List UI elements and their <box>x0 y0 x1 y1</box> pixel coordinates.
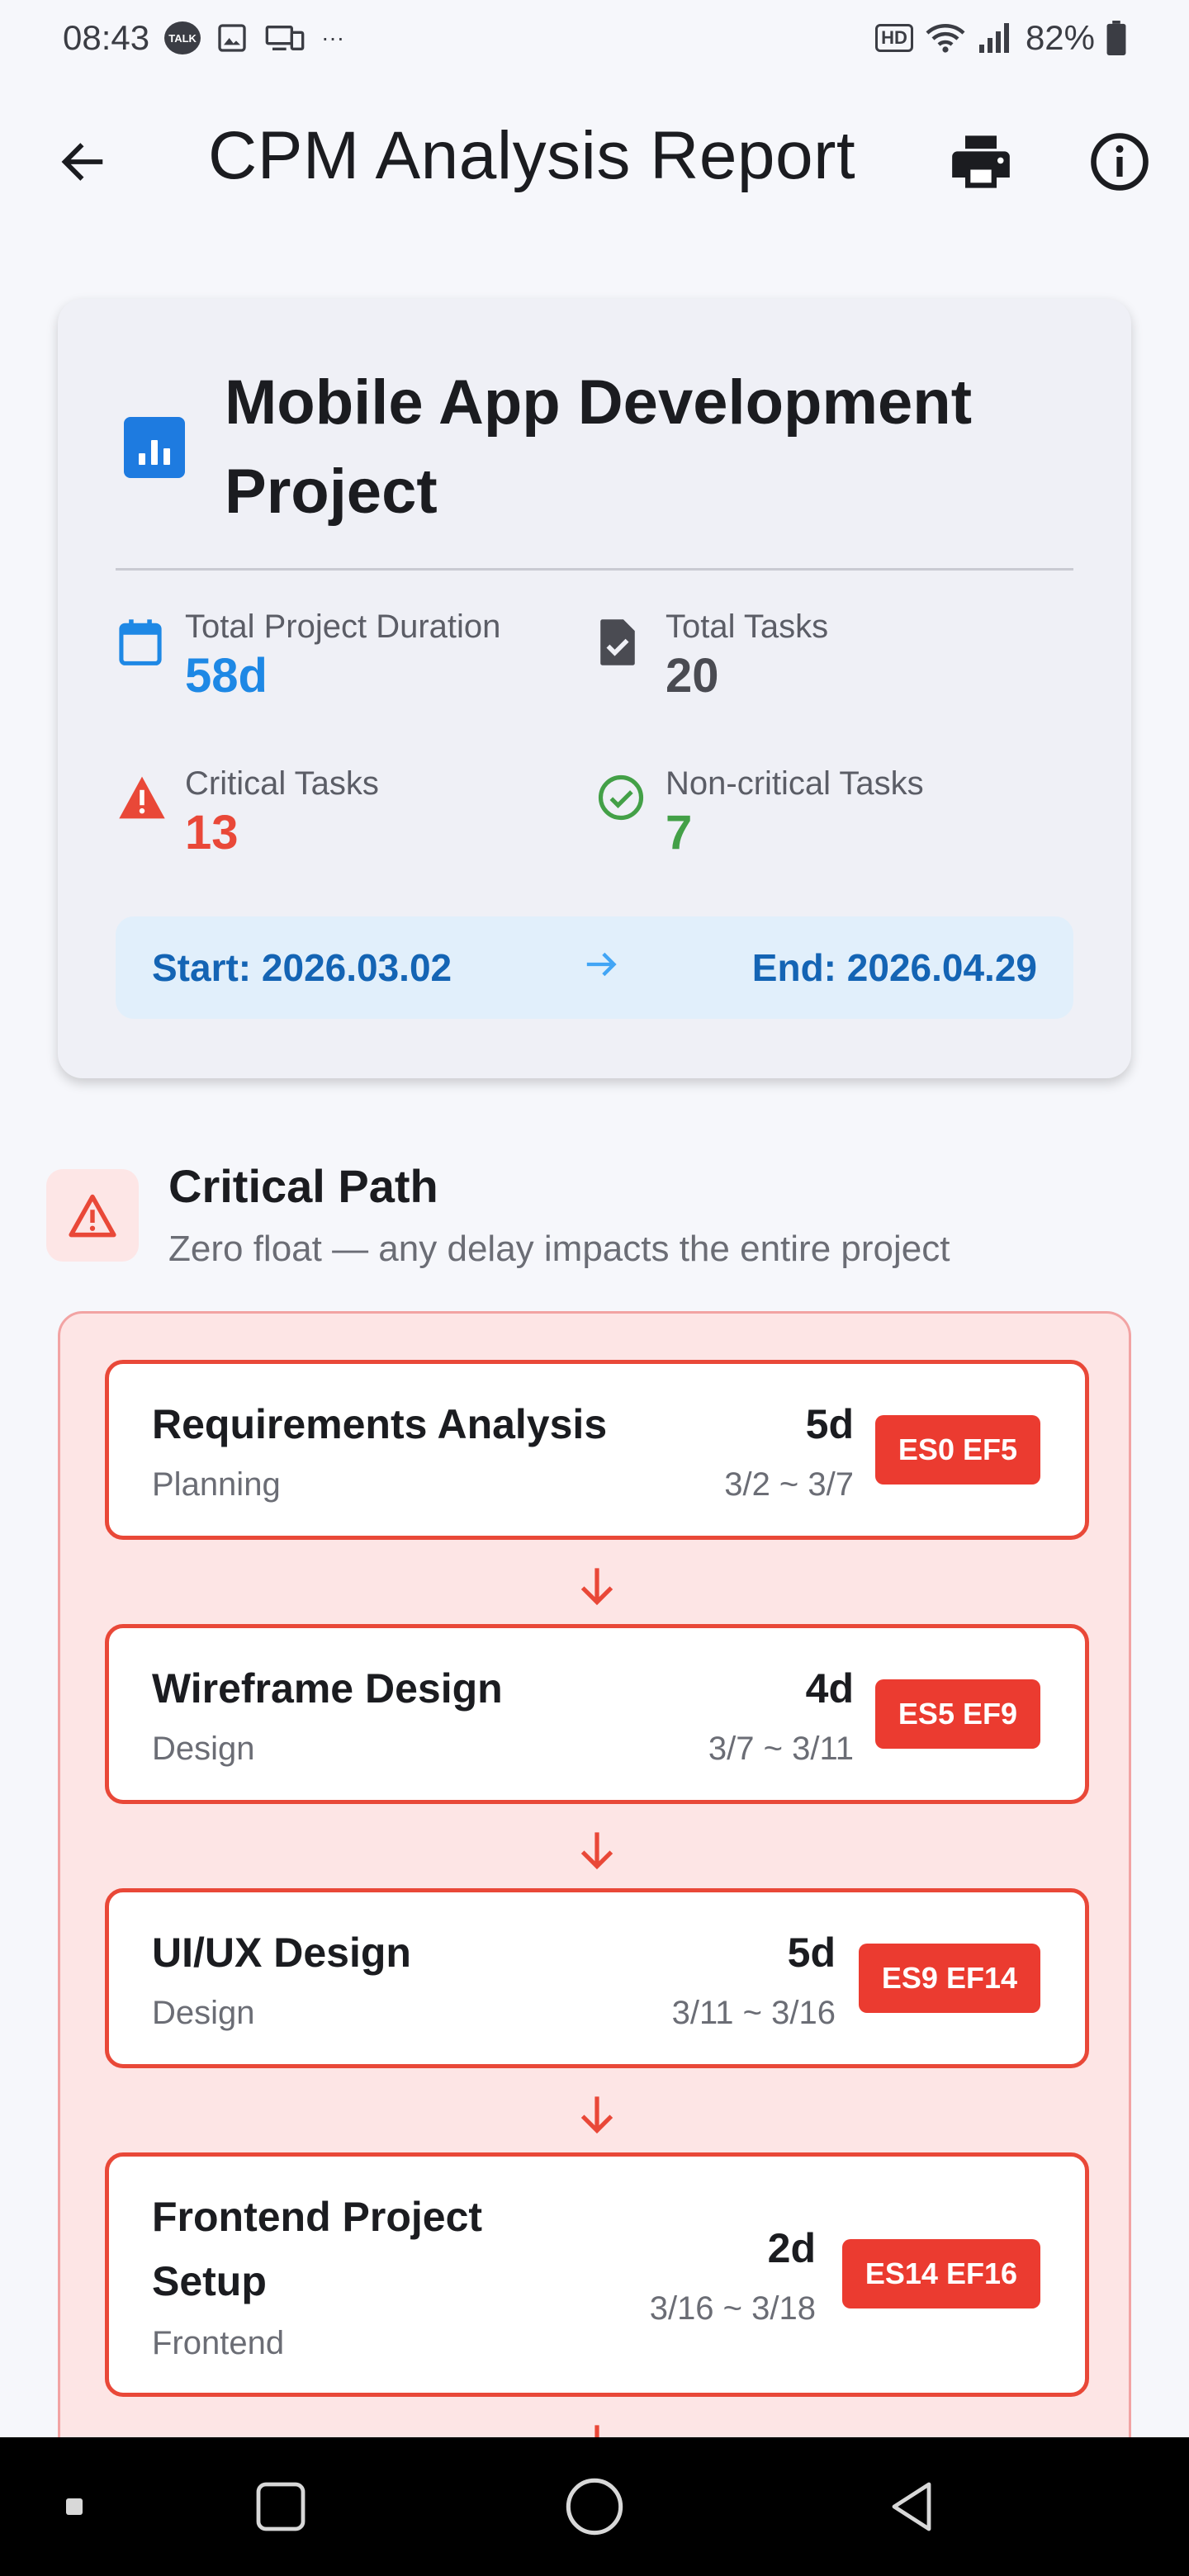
battery-percentage: 82% <box>1025 18 1095 57</box>
calendar-icon <box>117 606 167 705</box>
start-date: Start: 2026.03.02 <box>152 946 452 989</box>
es-ef-badge: ES5 EF9 <box>874 1679 1040 1749</box>
stat-total-tasks: Total Tasks 20 <box>598 606 828 705</box>
task-category: Frontend <box>152 2325 285 2361</box>
critical-task-card[interactable]: Wireframe Design Design 4d 3/7 ~ 3/11 ES… <box>105 1624 1089 1804</box>
status-bar: 08:43 TALK ··· HD 82% <box>0 0 1189 76</box>
project-title: Mobile App Development Project <box>225 367 973 527</box>
stat-critical-tasks: Critical Tasks 13 <box>117 763 379 862</box>
end-date: End: 2026.04.29 <box>751 946 1037 989</box>
battery-icon <box>1106 21 1126 55</box>
task-name: Wireframe Design <box>152 1665 503 1712</box>
task-duration: 2d <box>767 2225 816 2271</box>
task-category: Design <box>152 1731 255 1767</box>
status-time: 08:43 <box>63 18 150 57</box>
stat-value: 58d <box>185 649 268 703</box>
recent-apps-icon[interactable] <box>231 2437 330 2576</box>
stat-value: 20 <box>666 649 719 703</box>
project-header: Mobile App Development Project <box>124 358 1073 537</box>
talk-notification-icon: TALK <box>164 21 201 54</box>
wifi-icon <box>925 21 966 54</box>
task-name-line1: Frontend Project <box>152 2194 483 2240</box>
back-nav-icon[interactable] <box>862 2437 961 2576</box>
task-dates: 3/2 ~ 3/7 <box>724 1466 854 1503</box>
home-icon[interactable] <box>545 2437 644 2576</box>
task-duration: 4d <box>805 1665 854 1712</box>
stat-label: Total Tasks <box>666 608 829 645</box>
stat-label: Non-critical Tasks <box>666 765 924 802</box>
project-summary-card: Mobile App Development Project Total Pro… <box>58 299 1131 1078</box>
critical-path-list: Requirements Analysis Planning 5d 3/2 ~ … <box>58 1311 1131 2550</box>
back-arrow-icon[interactable] <box>50 129 116 195</box>
nav-menu-dot-icon[interactable] <box>50 2437 99 2576</box>
system-navigation-bar <box>0 2437 1189 2576</box>
stat-value: 7 <box>666 806 693 859</box>
section-subtitle: Zero float — any delay impacts the entir… <box>168 1229 950 1269</box>
page-title: CPM Analysis Report <box>208 118 856 193</box>
arrow-down-icon <box>572 2091 622 2138</box>
task-name-line2: Setup <box>152 2258 267 2304</box>
critical-task-card[interactable]: UI/UX Design Design 5d 3/11 ~ 3/16 ES9 E… <box>105 1888 1089 2068</box>
stat-label: Critical Tasks <box>185 765 379 802</box>
es-ef-badge: ES14 EF16 <box>841 2239 1040 2308</box>
task-category: Planning <box>152 1466 281 1503</box>
app-bar: CPM Analysis Report <box>0 99 1189 223</box>
info-icon[interactable] <box>1087 129 1153 195</box>
signal-icon <box>978 21 1014 54</box>
warning-icon <box>117 763 167 862</box>
task-dates: 3/11 ~ 3/16 <box>671 1995 836 2031</box>
divider <box>116 568 1073 571</box>
warning-outline-icon <box>46 1169 139 1262</box>
arrow-down-icon <box>572 1563 622 1609</box>
section-title: Critical Path <box>168 1160 438 1212</box>
project-date-range: Start: 2026.03.02 End: 2026.04.29 <box>116 916 1073 1019</box>
critical-task-card[interactable]: Requirements Analysis Planning 5d 3/2 ~ … <box>105 1360 1089 1540</box>
stat-total-duration: Total Project Duration 58d <box>117 606 500 705</box>
stat-value: 13 <box>185 806 239 859</box>
task-document-icon <box>598 606 647 705</box>
es-ef-badge: ES9 EF14 <box>858 1944 1040 2013</box>
arrow-right-icon <box>584 945 620 990</box>
es-ef-badge: ES0 EF5 <box>874 1415 1040 1485</box>
check-circle-icon <box>598 763 647 862</box>
critical-path-header: Critical Path Zero float — any delay imp… <box>46 1159 1153 1283</box>
task-dates: 3/16 ~ 3/18 <box>649 2290 816 2327</box>
task-duration: 5d <box>805 1401 854 1447</box>
bar-chart-icon <box>124 417 185 478</box>
more-notifications-icon: ··· <box>321 25 345 50</box>
task-name: Requirements Analysis <box>152 1401 608 1447</box>
devices-notification-icon <box>263 21 306 54</box>
critical-task-card[interactable]: Frontend Project Setup Frontend 2d 3/16 … <box>105 2152 1089 2397</box>
task-dates: 3/7 ~ 3/11 <box>708 1731 854 1767</box>
gallery-notification-icon <box>216 21 249 54</box>
task-name: UI/UX Design <box>152 1930 411 1976</box>
task-duration: 5d <box>787 1930 836 1976</box>
arrow-down-icon <box>572 1827 622 1873</box>
stat-label: Total Project Duration <box>185 608 501 645</box>
task-category: Design <box>152 1995 255 2031</box>
hd-voice-icon: HD <box>875 24 913 52</box>
print-icon[interactable] <box>946 129 1016 195</box>
stat-noncritical-tasks: Non-critical Tasks 7 <box>598 763 924 862</box>
